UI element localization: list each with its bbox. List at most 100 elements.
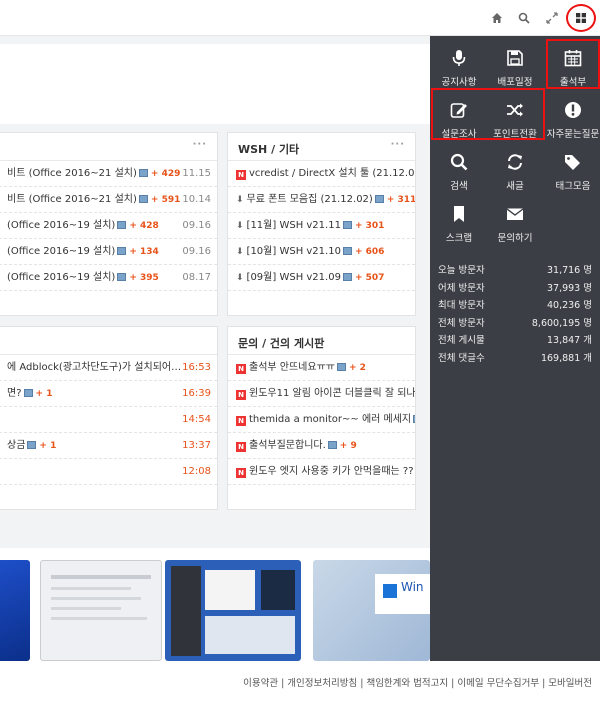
stat-value: 40,236 명 — [546, 300, 592, 311]
comment-count: + 591 — [150, 195, 181, 205]
search-icon[interactable] — [515, 9, 533, 27]
list-item[interactable]: 14:54 — [0, 407, 217, 433]
list-item[interactable]: (Office 2016~19 설치) + 428 09.16 — [0, 213, 217, 239]
drawer-item-exclamation[interactable]: 자주묻는질문 — [545, 92, 600, 146]
drawer-item-save[interactable]: 배포일정 — [487, 40, 543, 94]
comment-count: + 1 — [35, 389, 53, 399]
list-item[interactable]: (Office 2016~19 설치) + 134 09.16 — [0, 239, 217, 265]
list-item-date: 12:08 — [182, 466, 211, 477]
image-attachment-icon — [342, 221, 352, 229]
list-item[interactable]: ⬇ 무료 폰트 모음집 (21.12.02) + 311 — [228, 187, 415, 213]
comment-count: + 395 — [129, 273, 159, 283]
panel-title[interactable]: WSH / 기타 — [238, 143, 299, 156]
image-attachment-icon — [413, 415, 415, 423]
drawer-item-refresh[interactable]: 새글 — [487, 144, 543, 198]
home-icon[interactable] — [488, 9, 506, 27]
list-item[interactable]: 면? + 1 16:39 — [0, 381, 217, 407]
drawer-item-tags[interactable]: 태그모음 — [545, 144, 600, 198]
list-item[interactable]: 12:08 — [0, 459, 217, 485]
new-badge-icon: N — [236, 364, 246, 374]
list-item[interactable]: N윈도우 엣지 사용중 키가 안먹을때는 ??+ 5 — [228, 459, 415, 485]
list-item-title[interactable]: 무료 폰트 모음집 (21.12.02) — [247, 187, 373, 212]
gallery-thumb[interactable]: Win — [313, 560, 430, 661]
thumb-text: Win — [401, 580, 424, 594]
drawer-item-label: 검색 — [450, 181, 468, 192]
exclamation-icon — [563, 100, 583, 120]
image-attachment-icon — [138, 195, 148, 203]
more-icon[interactable]: ··· — [391, 139, 405, 150]
list-item-date: 09.16 — [182, 220, 211, 231]
image-attachment-icon — [117, 273, 127, 281]
expand-icon[interactable] — [543, 9, 561, 27]
comment-count: + 428 — [129, 221, 159, 231]
list-item-title[interactable]: [09월] WSH v21.09 — [247, 265, 341, 290]
stat-row: 오늘 방문자 31,716 명 — [438, 262, 592, 280]
footer-links[interactable]: 이용약관 | 개인정보처리방침 | 책임한계와 법적고지 | 이메일 무단수집거… — [243, 675, 592, 689]
list-item[interactable]: 에 Adblock(광고차단도구)가 설치되어… 16:53 — [0, 355, 217, 381]
comment-count: + 9 — [339, 441, 357, 451]
list-item-title[interactable]: 윈도우 엣지 사용중 키가 안먹을때는 ?? — [249, 459, 414, 484]
list-item-title[interactable]: 비트 (Office 2016~21 설치) — [7, 187, 137, 212]
list-item[interactable]: Nvcredist / DirectX 설치 툴 (21.12.08)+ 60 — [228, 161, 415, 187]
list-item[interactable]: N윈도우11 알림 아이콘 더블클릭 잘 되나요?+ 1 — [228, 381, 415, 407]
list-item-date: 13:37 — [182, 440, 211, 451]
list-item-title[interactable]: (Office 2016~19 설치) — [7, 239, 115, 264]
gallery-thumb[interactable] — [165, 560, 301, 661]
bookmark-icon — [449, 204, 469, 224]
stat-value: 31,716 명 — [546, 265, 592, 276]
list-item[interactable]: Nthemida a monitor~~ 에러 메세지+ 2 — [228, 407, 415, 433]
list-item-title[interactable]: 에 Adblock(광고차단도구)가 설치되어… — [7, 355, 181, 380]
drawer-item-label: 스크랩 — [445, 233, 473, 244]
highlight-box-attendance — [546, 39, 600, 89]
stat-label: 전체 방문자 — [438, 317, 485, 329]
image-attachment-icon — [327, 441, 337, 449]
list-item[interactable]: ⬇ [11월] WSH v21.11 + 301 — [228, 213, 415, 239]
list-item-title[interactable]: 면? — [7, 381, 22, 406]
gallery-thumb[interactable] — [0, 560, 30, 661]
list-item[interactable]: N 출석부질문합니다. + 9 — [228, 433, 415, 459]
apps-highlight-ring — [566, 4, 596, 32]
list-item-title[interactable]: (Office 2016~19 설치) — [7, 265, 115, 290]
panel-header: 문의 / 건의 게시판 — [228, 327, 415, 355]
list-item-title[interactable]: 출석부 안뜨네요ㅠㅠ — [249, 355, 335, 380]
image-attachment-icon — [336, 363, 346, 371]
list-item-date: 16:39 — [182, 388, 211, 399]
list-item[interactable]: ⬇ [09월] WSH v21.09 + 507 — [228, 265, 415, 291]
list-item-title[interactable]: 상금 — [7, 433, 25, 458]
panel-recent-posts: 에 Adblock(광고차단도구)가 설치되어… 16:53 면? + 1 16:39 1… — [0, 326, 218, 510]
drawer-item-search[interactable]: 검색 — [431, 144, 487, 198]
list-item-title[interactable]: themida a monitor~~ 에러 메세지 — [249, 407, 411, 432]
drawer-item-bookmark[interactable]: 스크랩 — [431, 196, 487, 250]
search-icon — [449, 152, 469, 172]
gallery-thumb[interactable] — [40, 560, 162, 661]
list-item-title[interactable]: 비트 (Office 2016~21 설치) — [7, 161, 137, 186]
more-icon[interactable]: ··· — [193, 139, 207, 150]
comment-count: + 1 — [39, 441, 57, 451]
list-item[interactable]: 비트 (Office 2016~21 설치) + 429 11.15 — [0, 161, 217, 187]
list-item-title[interactable]: vcredist / DirectX 설치 툴 (21.12.08) — [249, 161, 415, 186]
drawer-item-envelope[interactable]: 문의하기 — [487, 196, 543, 250]
save-icon — [505, 48, 525, 68]
list-item[interactable]: 상금 + 1 13:37 — [0, 433, 217, 459]
comment-count: + 2 — [348, 363, 366, 373]
list-item[interactable]: (Office 2016~19 설치) + 395 08.17 — [0, 265, 217, 291]
list-item-title[interactable]: 출석부질문합니다. — [249, 433, 326, 458]
stat-row: 어제 방문자 37,993 명 — [438, 280, 592, 298]
image-attachment-icon — [23, 389, 33, 397]
download-icon: ⬇ — [236, 221, 244, 231]
list-item[interactable]: N 출석부 안뜨네요ㅠㅠ + 2 — [228, 355, 415, 381]
panel-title[interactable]: 문의 / 건의 게시판 — [238, 337, 324, 350]
image-attachment-icon — [138, 169, 148, 177]
new-badge-icon: N — [236, 170, 246, 180]
list-item-title[interactable]: [11월] WSH v21.11 — [247, 213, 341, 238]
list-item-title[interactable]: (Office 2016~19 설치) — [7, 213, 115, 238]
drawer-item-microphone[interactable]: 공지사항 — [431, 40, 487, 94]
stat-row: 최대 방문자 40,236 명 — [438, 297, 592, 315]
list-item-date: 08.17 — [182, 272, 211, 283]
list-item-title[interactable]: [10월] WSH v21.10 — [247, 239, 341, 264]
new-badge-icon: N — [236, 390, 246, 400]
comment-count: + 311 — [386, 195, 415, 205]
list-item-title[interactable]: 윈도우11 알림 아이콘 더블클릭 잘 되나요? — [249, 381, 415, 406]
list-item[interactable]: 비트 (Office 2016~21 설치) + 591 10.14 — [0, 187, 217, 213]
list-item[interactable]: ⬇ [10월] WSH v21.10 + 606 — [228, 239, 415, 265]
